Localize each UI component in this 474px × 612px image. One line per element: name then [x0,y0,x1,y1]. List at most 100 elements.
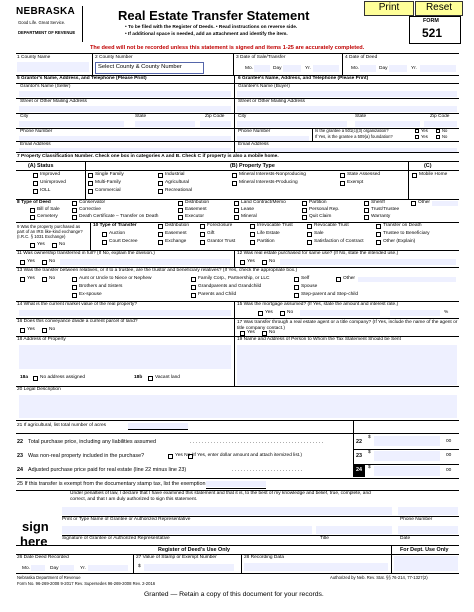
grantor-state-field[interactable] [135,121,195,127]
type-exempt-checkbox[interactable] [340,181,345,186]
field28-value[interactable] [244,563,388,571]
transfer-auction-checkbox[interactable] [102,232,107,237]
transfer-exchange-checkbox[interactable] [158,240,163,245]
type-mineral-producing-checkbox[interactable] [232,181,237,186]
transfer-grantor-trust-checkbox[interactable] [200,240,205,245]
deed-bill-of-sale-checkbox[interactable] [30,208,35,213]
status-ioll-checkbox[interactable] [33,189,38,194]
grantee-509a-no-checkbox[interactable] [436,135,440,139]
item15-no-checkbox[interactable] [280,311,285,316]
type-recreational-checkbox[interactable] [158,189,163,194]
dept-use-field[interactable] [394,556,458,571]
no-address-checkbox[interactable] [33,376,38,381]
item12-no-checkbox[interactable] [262,260,267,265]
mobile-home-checkbox[interactable] [412,173,417,178]
exemption-number-field[interactable] [206,481,266,487]
transfer-irrevocable-trust-checkbox[interactable] [250,224,255,229]
type-industrial-checkbox[interactable] [158,173,163,178]
grantor-zip-field[interactable] [200,121,231,127]
grantor-name-field[interactable] [19,91,231,97]
grantee-street-field[interactable] [237,106,457,112]
deed-mineral-checkbox[interactable] [234,215,239,220]
field26-mo[interactable] [31,565,45,571]
relative-aunt-uncle-checkbox[interactable] [72,277,77,282]
relative-family-corp-checkbox[interactable] [191,277,196,282]
relative-other-field[interactable] [358,277,456,282]
grantee-501c3-no-checkbox[interactable] [436,129,440,133]
date-deed-day[interactable] [389,65,407,72]
item11-no-checkbox[interactable] [42,260,47,265]
print-button[interactable]: Print [364,1,414,16]
relative-siblings-checkbox[interactable] [72,285,77,290]
grantor-street-field[interactable] [19,106,231,112]
field27-value[interactable] [144,564,234,571]
signature-field[interactable] [62,526,312,534]
market-value-field[interactable] [19,310,231,316]
line23-amount-field[interactable] [374,451,440,461]
transfer-sale-checkbox[interactable] [307,232,312,237]
deed-easement-checkbox[interactable] [178,208,183,213]
mortgage-amount-field[interactable] [300,310,380,316]
type-single-family-checkbox[interactable] [88,173,93,178]
item12-yes-checkbox[interactable] [240,260,245,265]
item11-explain-field[interactable] [60,259,230,265]
deed-other-checkbox[interactable] [411,201,416,206]
relative-grandparents-checkbox[interactable] [191,285,196,290]
item11-yes-checkbox[interactable] [20,260,25,265]
item15-yes-checkbox[interactable] [258,311,263,316]
deed-warranty-checkbox[interactable] [364,215,369,220]
county-name-field[interactable] [17,62,89,72]
field26-day[interactable] [60,565,74,571]
relative-spouse-checkbox[interactable] [294,285,299,290]
relative-self-checkbox[interactable] [294,277,299,282]
mortgage-rate-field[interactable] [390,310,440,316]
deed-quit-claim-checkbox[interactable] [302,215,307,220]
signer-title-field[interactable] [316,526,392,534]
grantee-zip-field[interactable] [424,121,457,127]
transfer-partition-checkbox[interactable] [250,240,255,245]
deed-lease-checkbox[interactable] [234,208,239,213]
item16-yes-checkbox[interactable] [20,328,25,333]
deed-executor-checkbox[interactable] [178,215,183,220]
relative-parents-child-checkbox[interactable] [191,293,196,298]
line22-amount-field[interactable] [374,436,440,446]
field26-yr[interactable] [88,565,128,571]
deed-partition-checkbox[interactable] [302,201,307,206]
date-sale-mo[interactable] [254,65,270,72]
deed-personal-rep-checkbox[interactable] [302,208,307,213]
type-state-assessed-checkbox[interactable] [340,173,345,178]
date-deed-mo[interactable] [360,65,376,72]
deed-cemetery-checkbox[interactable] [30,215,35,220]
item16-no-checkbox[interactable] [42,328,47,333]
deed-other-field[interactable] [432,201,458,206]
grantee-state-field[interactable] [355,121,420,127]
deed-corrective-checkbox[interactable] [72,208,77,213]
grantee-print-name-field[interactable] [62,507,392,515]
deed-trust-checkbox[interactable] [364,208,369,213]
transfer-court-decree-checkbox[interactable] [102,240,107,245]
transfer-revocable-trust-checkbox[interactable] [307,224,312,229]
grantee-city-field[interactable] [237,121,347,127]
deed-land-contract-checkbox[interactable] [234,201,239,206]
item9-yes-checkbox[interactable] [30,243,35,248]
deed-death-certificate-checkbox[interactable] [72,215,77,220]
deed-distribution-checkbox[interactable] [178,201,183,206]
vacant-land-checkbox[interactable] [148,376,153,381]
transfer-on-death-checkbox[interactable] [376,224,381,229]
legal-description-field[interactable] [19,395,457,418]
grantor-city-field[interactable] [19,121,124,127]
transfer-distribution-checkbox[interactable] [158,224,163,229]
item9-no-checkbox[interactable] [52,243,57,248]
transfer-other-checkbox[interactable] [376,240,381,245]
transfer-gift-checkbox[interactable] [200,232,205,237]
date-sale-yr[interactable] [313,65,339,72]
status-unimproved-checkbox[interactable] [33,181,38,186]
status-improved-checkbox[interactable] [33,173,38,178]
deed-conservator-checkbox[interactable] [72,201,77,206]
type-mineral-nonproducing-checkbox[interactable] [232,173,237,178]
transfer-trustee-checkbox[interactable] [376,232,381,237]
property-address-field[interactable] [19,345,231,369]
line23-yes-checkbox[interactable] [168,454,173,459]
grantee-501c3-yes-checkbox[interactable] [415,129,419,133]
grantee-509a-yes-checkbox[interactable] [415,135,419,139]
